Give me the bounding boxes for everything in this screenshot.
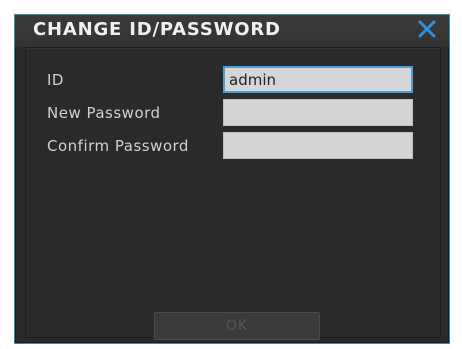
- id-field[interactable]: [223, 66, 413, 93]
- dialog-content: ID New Password Confirm Password OK: [25, 47, 441, 340]
- confirm-password-label: Confirm Password: [47, 137, 189, 155]
- new-password-row: New Password: [26, 99, 440, 127]
- ok-button[interactable]: OK: [154, 312, 320, 340]
- id-label: ID: [47, 71, 64, 89]
- close-icon[interactable]: [415, 17, 439, 41]
- confirm-password-field[interactable]: [223, 132, 413, 159]
- new-password-field[interactable]: [223, 99, 413, 126]
- id-row: ID: [26, 66, 440, 94]
- dialog-titlebar: CHANGE ID/PASSWORD: [15, 15, 449, 47]
- new-password-label: New Password: [47, 104, 161, 122]
- change-id-password-dialog: CHANGE ID/PASSWORD ID New Password Confi…: [14, 14, 450, 344]
- dialog-title: CHANGE ID/PASSWORD: [33, 19, 281, 40]
- confirm-password-row: Confirm Password: [26, 132, 440, 160]
